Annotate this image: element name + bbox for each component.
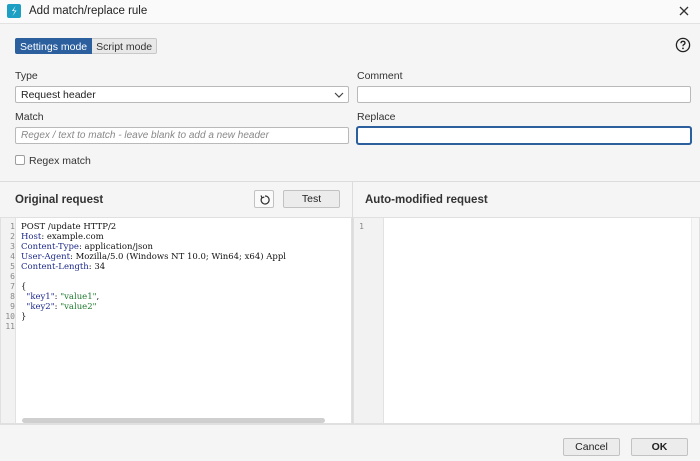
match-label: Match [15, 111, 44, 123]
code-token: { [21, 282, 27, 292]
line-number: 6 [10, 272, 15, 281]
close-icon[interactable] [676, 3, 692, 19]
original-request-title: Original request [15, 194, 104, 206]
burp-logo-icon [7, 4, 21, 18]
code-token: POST /update HTTP/2 [21, 222, 117, 232]
code-line: { [21, 282, 26, 292]
code-line: "key1": "value1", [21, 292, 99, 302]
chevron-down-icon [334, 92, 344, 98]
code-token: User-Agent [21, 252, 70, 262]
code-token: Content-Length [21, 262, 89, 272]
code-token: , [96, 292, 100, 302]
ok-button[interactable]: OK [631, 438, 688, 456]
line-number: 5 [10, 262, 15, 271]
comment-input[interactable] [357, 86, 691, 103]
line-number: 11 [5, 322, 15, 331]
test-button[interactable]: Test [283, 190, 340, 208]
modified-request-title: Auto-modified request [365, 194, 488, 206]
dialog-footer: Cancel OK [0, 424, 700, 461]
code-line: } [21, 312, 26, 322]
line-number: 1 [10, 222, 15, 231]
modified-request-editor[interactable]: 1 [353, 217, 700, 424]
line-number: 3 [10, 242, 15, 251]
code-token: "value2" [60, 302, 97, 312]
line-number-gutter: 1 2 3 4 5 6 7 8 9 10 11 [1, 218, 16, 423]
line-number: 4 [10, 252, 15, 261]
code-line: "key2": "value2" [21, 302, 97, 312]
settings-mode-button[interactable]: Settings mode [15, 38, 93, 54]
horizontal-scrollbar[interactable] [22, 418, 325, 423]
code-token: "value1" [60, 292, 97, 302]
code-line: User-Agent: Mozilla/5.0 (Windows NT 10.0… [21, 252, 286, 262]
line-number: 2 [10, 232, 15, 241]
type-select[interactable]: Request header [15, 86, 349, 103]
code-token: } [21, 312, 27, 322]
cancel-button[interactable]: Cancel [563, 438, 620, 456]
settings-panel: Settings mode Script mode Type Request h… [0, 25, 700, 181]
line-number: 8 [10, 292, 15, 301]
code-token: : example.com [41, 232, 104, 242]
replace-label: Replace [357, 111, 396, 123]
type-label: Type [15, 70, 38, 82]
script-mode-button[interactable]: Script mode [92, 38, 158, 54]
line-number: 9 [10, 302, 15, 311]
regex-match-checkbox[interactable] [15, 155, 25, 165]
window-title: Add match/replace rule [29, 5, 148, 17]
mode-toggle: Settings mode Script mode [15, 38, 158, 54]
regex-match-label: Regex match [29, 155, 91, 167]
code-token: : application/json [78, 242, 153, 252]
reset-button[interactable] [254, 190, 274, 208]
code-token: Host [21, 232, 42, 242]
help-icon[interactable] [675, 37, 691, 53]
code-line: Content-Type: application/json [21, 242, 153, 252]
code-line: Content-Length: 34 [21, 262, 105, 272]
title-bar: Add match/replace rule [0, 0, 700, 24]
code-token: : 34 [88, 262, 106, 272]
original-request-editor[interactable]: 1 2 3 4 5 6 7 8 9 10 11 POST /update HTTP/2 Host: e… [0, 217, 352, 424]
modified-request-header: Auto-modified request [353, 182, 700, 217]
code-token: "key2" [21, 302, 55, 312]
line-number: 7 [10, 282, 15, 291]
line-number: 10 [5, 312, 15, 321]
code-token: Content-Type [21, 242, 79, 252]
match-input[interactable] [15, 127, 349, 144]
type-select-value: Request header [21, 89, 96, 101]
code-line: Host: example.com [21, 232, 104, 242]
replace-input[interactable] [357, 127, 691, 144]
line-number: 1 [359, 222, 364, 231]
code-line: POST /update HTTP/2 [21, 222, 116, 232]
line-number-gutter: 1 [354, 218, 384, 423]
reset-icon [260, 195, 270, 205]
comment-label: Comment [357, 70, 403, 82]
code-token: "key1" [21, 292, 55, 302]
code-token: : Mozilla/5.0 (Windows NT 10.0; Win64; x… [70, 252, 286, 262]
original-request-header: Original request Test [0, 182, 352, 217]
vertical-scrollbar[interactable] [691, 218, 699, 423]
